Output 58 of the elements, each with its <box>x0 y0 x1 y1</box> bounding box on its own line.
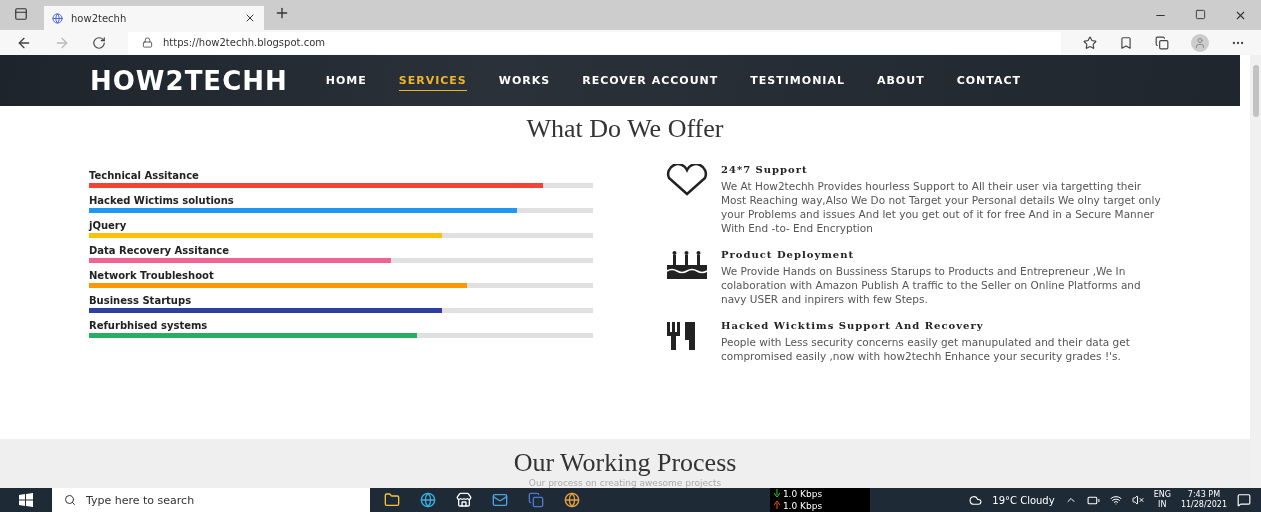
language-indicator[interactable]: ENG IN <box>1153 490 1171 510</box>
nav-link[interactable]: CONTACT <box>956 70 1021 91</box>
skill-label: Network Troubleshoot <box>89 270 215 281</box>
profile-icon[interactable] <box>1191 33 1209 52</box>
service-title: 24*7 Support <box>721 164 809 175</box>
service-description: People with Less security concerns easily get manupulated and their data get compromised easily ,now with how2techh Enhance your security grades !'s. <box>721 335 1131 363</box>
download-arrow-icon <box>774 489 780 497</box>
skill-label: Refurbhised systems <box>89 320 209 331</box>
network-speed-meter: 1.0 Kbps 1.0 Kbps <box>770 488 870 512</box>
site-icon[interactable] <box>52 12 63 24</box>
mail-icon[interactable] <box>492 492 508 508</box>
skill-label: Hacked Wictims solutions <box>89 195 235 206</box>
skill-label: Data Recovery Assitance <box>89 245 230 256</box>
weather-icon[interactable] <box>969 493 983 507</box>
notifications-icon[interactable] <box>1237 493 1251 507</box>
weather-text[interactable]: 19°C Cloudy <box>992 494 1055 506</box>
refresh-icon[interactable] <box>92 35 106 50</box>
collections-icon[interactable] <box>1155 35 1169 50</box>
heart-icon <box>665 164 709 196</box>
store-icon[interactable] <box>456 492 472 508</box>
skill-label: Business Startups <box>89 295 193 306</box>
restore-icon[interactable] <box>1195 8 1206 20</box>
browser-icon[interactable] <box>420 492 436 508</box>
nav-link[interactable]: RECOVER ACCOUNT <box>582 70 719 91</box>
clock[interactable]: 7:43 PM 11/28/2021 <box>1180 490 1227 510</box>
service-title: Hacked Wicktims Support And Recovery <box>721 320 985 331</box>
service-title: Product Deployment <box>721 249 856 260</box>
skill-label: Technical Assitance <box>89 170 200 181</box>
tab-actions-icon[interactable] <box>14 7 28 21</box>
upload-arrow-icon <box>774 501 780 509</box>
globe-icon[interactable] <box>564 492 580 508</box>
cake-icon <box>665 249 709 281</box>
search-icon <box>64 494 76 506</box>
site-logo[interactable]: HOW2TECHH <box>90 65 288 96</box>
section-subtitle: Our process on creating awesome projects <box>528 478 722 488</box>
lock-icon[interactable] <box>142 37 153 48</box>
section-title: What Do We Offer <box>526 114 724 144</box>
section-title: Our Working Process <box>513 448 737 478</box>
folder-icon[interactable] <box>384 492 400 508</box>
scrollbar-thumb[interactable] <box>1252 65 1259 117</box>
nav-link[interactable]: WORKS <box>498 70 551 91</box>
wifi-icon[interactable] <box>1109 494 1122 506</box>
nav-link[interactable]: TESTIMONIAL <box>750 70 845 91</box>
nav-link[interactable]: HOME <box>325 70 367 91</box>
close-icon[interactable] <box>244 12 256 24</box>
mute-icon[interactable] <box>1131 494 1144 506</box>
service-description: We At How2techh Provides hourless Support to All their user via targetting their Most Reaching way,Also We Do not Target your Personal details We olny target only your Problems and issues And let you get out of it for free And in a Secure Manner With End -to- End Encryption <box>721 179 1162 235</box>
new-tab-icon[interactable] <box>274 5 290 21</box>
windows-icon <box>19 493 33 507</box>
taskbar-search-field[interactable]: Type here to search <box>52 488 370 512</box>
favorites-icon[interactable] <box>1119 35 1133 50</box>
service-description: We Provide Hands on Bussiness Starups to Products and Entrepreneur ,We In colaboration with Amazon Publish A traffic to the Seller on Online Platforms and navy USER and inpirers with few Steps. <box>721 264 1142 306</box>
nav-link[interactable]: ABOUT <box>876 70 925 91</box>
add-favorite-icon[interactable] <box>1083 35 1097 50</box>
nav-link[interactable]: SERVICES <box>398 70 467 91</box>
address-field[interactable]: https://how2techh.blogspot.com <box>128 31 1061 54</box>
browser-tab[interactable]: how2techh <box>44 6 264 30</box>
skill-label: jQuery <box>89 220 128 231</box>
